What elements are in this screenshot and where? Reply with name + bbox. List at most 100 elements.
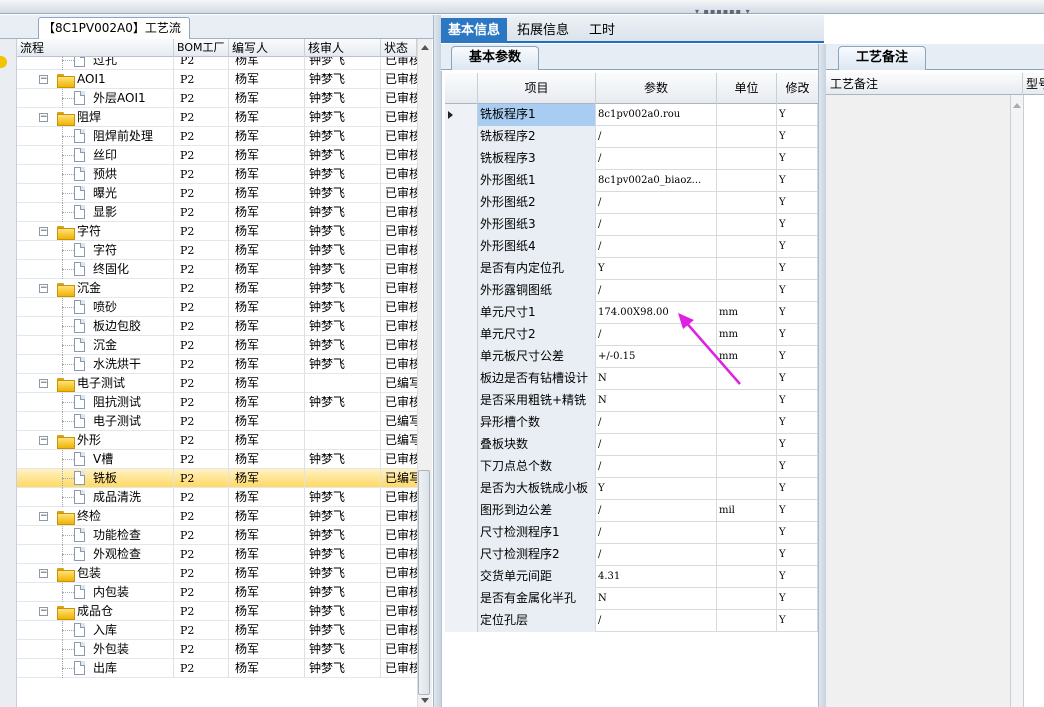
param-value-cell[interactable]: /: [596, 214, 717, 236]
param-row[interactable]: 外形图纸4/ Y: [445, 236, 818, 258]
row-indicator[interactable]: [445, 280, 478, 302]
tree-step-row[interactable]: 字符 P2 杨军 钟梦飞 已审核: [17, 241, 417, 260]
tree-step-row[interactable]: 丝印 P2 杨军 钟梦飞 已审核: [17, 146, 417, 165]
param-modify-cell[interactable]: Y: [777, 566, 818, 588]
tab-basic-info[interactable]: 基本信息: [441, 18, 508, 43]
param-value-cell[interactable]: /: [596, 280, 717, 302]
param-modify-cell[interactable]: Y: [777, 236, 818, 258]
right-splitter[interactable]: [818, 44, 826, 707]
param-row[interactable]: 叠板块数 / Y: [445, 434, 818, 456]
scroll-up-icon[interactable]: [421, 45, 429, 50]
param-unit-cell[interactable]: [717, 214, 777, 236]
row-indicator[interactable]: [445, 302, 478, 324]
tree-step-row[interactable]: 内包装 P2 杨军 钟梦飞 已审核: [17, 583, 417, 602]
param-row[interactable]: 外形图纸1 8c1pv002a0_biaoz... Y: [445, 170, 818, 192]
param-modify-cell[interactable]: Y: [777, 544, 818, 566]
collapse-toggle-icon[interactable]: −: [39, 607, 48, 616]
param-modify-cell[interactable]: Y: [777, 456, 818, 478]
row-indicator[interactable]: [445, 148, 478, 170]
param-value-cell[interactable]: /: [596, 456, 717, 478]
row-indicator[interactable]: [445, 610, 478, 632]
param-row[interactable]: 外形图纸2/ Y: [445, 192, 818, 214]
col-header-model[interactable]: 型号: [1023, 73, 1044, 95]
param-row[interactable]: 单元尺寸1 174.00X98.00 mm Y: [445, 302, 818, 324]
col-header-bom[interactable]: BOM工厂: [174, 39, 229, 57]
tree-step-row[interactable]: 板边包胶 P2 杨军 钟梦飞 已审核: [17, 317, 417, 336]
tab-extended-info[interactable]: 拓展信息: [510, 18, 576, 43]
tree-step-row[interactable]: 阻抗测试 P2 杨军 钟梦飞 已审核: [17, 393, 417, 412]
param-modify-cell[interactable]: Y: [777, 368, 818, 390]
row-indicator[interactable]: [445, 456, 478, 478]
param-row[interactable]: 是否有金属化半孔 N Y: [445, 588, 818, 610]
notes-scroll-up-icon[interactable]: [1013, 103, 1021, 108]
row-indicator[interactable]: [445, 324, 478, 346]
param-unit-cell[interactable]: [717, 104, 777, 126]
param-modify-cell[interactable]: Y: [777, 104, 818, 126]
row-indicator[interactable]: [445, 126, 478, 148]
tree-group-row[interactable]: − 包装 P2 杨军 钟梦飞 已审核: [17, 564, 417, 583]
param-modify-cell[interactable]: Y: [777, 588, 818, 610]
col-header-flow[interactable]: 流程: [17, 39, 174, 57]
param-unit-cell[interactable]: [717, 280, 777, 302]
tree-group-row[interactable]: − 外形 P2 杨军 已编写: [17, 431, 417, 450]
tree-step-row[interactable]: 铣板 P2 杨军 已编写: [17, 469, 417, 488]
collapse-toggle-icon[interactable]: −: [39, 379, 48, 388]
param-unit-cell[interactable]: mil: [717, 500, 777, 522]
param-modify-cell[interactable]: Y: [777, 478, 818, 500]
tree-group-row[interactable]: − AOI1 P2 杨军 钟梦飞 已审核: [17, 70, 417, 89]
collapse-toggle-icon[interactable]: −: [39, 436, 48, 445]
tree-step-row[interactable]: 水洗烘干 P2 杨军 钟梦飞 已审核: [17, 355, 417, 374]
param-row[interactable]: 铣板程序2/ Y: [445, 126, 818, 148]
tree-group-row[interactable]: − 阻焊 P2 杨军 钟梦飞 已审核: [17, 108, 417, 127]
param-modify-cell[interactable]: Y: [777, 170, 818, 192]
param-unit-cell[interactable]: [717, 126, 777, 148]
col-header-notes[interactable]: 工艺备注: [826, 73, 1023, 95]
row-indicator[interactable]: [445, 434, 478, 456]
row-indicator[interactable]: [445, 544, 478, 566]
row-indicator[interactable]: [445, 236, 478, 258]
param-modify-cell[interactable]: Y: [777, 214, 818, 236]
tree-step-row[interactable]: 外包装 P2 杨军 钟梦飞 已审核: [17, 640, 417, 659]
param-row[interactable]: 是否为大板铣成小板 Y Y: [445, 478, 818, 500]
left-splitter[interactable]: [433, 15, 441, 707]
row-indicator[interactable]: [445, 588, 478, 610]
tree-step-row[interactable]: 终固化 P2 杨军 钟梦飞 已审核: [17, 260, 417, 279]
param-row[interactable]: 板边是否有钻槽设计 N Y: [445, 368, 818, 390]
tab-work-hours[interactable]: 工时: [582, 18, 622, 43]
tab-process-flow[interactable]: 【8C1PV002A0】工艺流程: [38, 17, 190, 55]
param-row[interactable]: 定位孔层 / Y: [445, 610, 818, 632]
param-modify-cell[interactable]: Y: [777, 258, 818, 280]
param-row[interactable]: 交货单元间距 4.31 Y: [445, 566, 818, 588]
param-value-cell[interactable]: N: [596, 588, 717, 610]
param-unit-cell[interactable]: [717, 236, 777, 258]
collapse-toggle-icon[interactable]: −: [39, 227, 48, 236]
param-value-cell[interactable]: /: [596, 544, 717, 566]
param-modify-cell[interactable]: Y: [777, 412, 818, 434]
tree-step-row[interactable]: 曝光 P2 杨军 钟梦飞 已审核: [17, 184, 417, 203]
tab-process-notes[interactable]: 工艺备注: [838, 46, 926, 70]
col-header-status[interactable]: 状态: [381, 39, 417, 57]
param-modify-cell[interactable]: Y: [777, 148, 818, 170]
row-indicator[interactable]: [445, 170, 478, 192]
param-row[interactable]: 铣板程序3/ Y: [445, 148, 818, 170]
tree-step-row[interactable]: 成品清洗 P2 杨军 钟梦飞 已审核: [17, 488, 417, 507]
row-indicator[interactable]: [445, 566, 478, 588]
param-unit-cell[interactable]: [717, 610, 777, 632]
col-header-item[interactable]: 项目: [478, 73, 596, 104]
tree-step-row[interactable]: 外观检查 P2 杨军 钟梦飞 已审核: [17, 545, 417, 564]
param-modify-cell[interactable]: Y: [777, 522, 818, 544]
row-indicator[interactable]: [445, 478, 478, 500]
tree-group-row[interactable]: − 电子测试 P2 杨军 已编写: [17, 374, 417, 393]
tree-step-row[interactable]: 出库 P2 杨军 钟梦飞 已审核: [17, 659, 417, 678]
param-modify-cell[interactable]: Y: [777, 126, 818, 148]
param-modify-cell[interactable]: Y: [777, 324, 818, 346]
row-indicator[interactable]: [445, 500, 478, 522]
param-unit-cell[interactable]: [717, 148, 777, 170]
param-modify-cell[interactable]: Y: [777, 302, 818, 324]
row-indicator[interactable]: [445, 258, 478, 280]
col-header-unit[interactable]: 单位: [717, 73, 777, 104]
tree-step-row[interactable]: 阻焊前处理 P2 杨军 钟梦飞 已审核: [17, 127, 417, 146]
collapse-toggle-icon[interactable]: −: [39, 113, 48, 122]
param-row[interactable]: 下刀点总个数 / Y: [445, 456, 818, 478]
param-value-cell[interactable]: /: [596, 192, 717, 214]
